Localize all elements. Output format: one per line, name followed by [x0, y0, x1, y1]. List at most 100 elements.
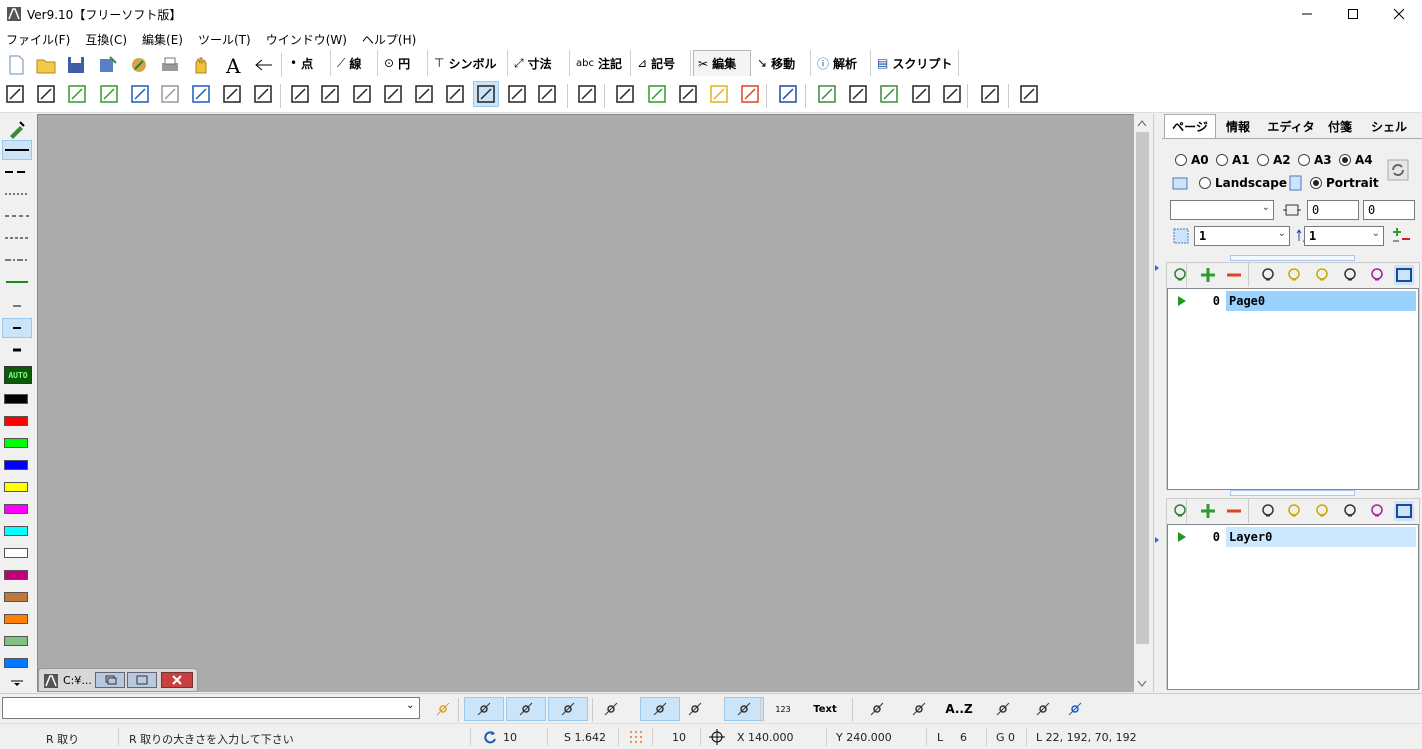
color-swatch[interactable] — [4, 548, 28, 558]
chamfer-icon[interactable] — [443, 82, 467, 106]
color-swatch[interactable] — [4, 416, 28, 426]
copy-icon[interactable] — [220, 82, 244, 106]
color-swatch[interactable] — [4, 526, 28, 536]
grid-icon[interactable] — [628, 729, 644, 745]
color-swatch[interactable] — [4, 658, 28, 668]
list-item[interactable]: 0 Page0 — [1170, 291, 1416, 311]
rotate-icon[interactable] — [482, 729, 498, 745]
zoom-fit-icon[interactable] — [34, 82, 58, 106]
layer-down-icon[interactable] — [864, 697, 890, 721]
minimize-button[interactable] — [1284, 0, 1330, 28]
zoom-out-icon[interactable] — [97, 82, 121, 106]
tab-page[interactable]: ページ — [1164, 114, 1216, 138]
snap-line-icon[interactable] — [548, 697, 588, 721]
line-type-item[interactable] — [2, 250, 32, 270]
copy-page-icon[interactable] — [1170, 265, 1190, 285]
line-type-item[interactable] — [2, 272, 32, 292]
page-name[interactable]: Page0 — [1226, 291, 1416, 311]
close-button[interactable] — [1376, 0, 1422, 28]
paste-icon[interactable] — [251, 82, 275, 106]
line-type-item[interactable] — [2, 184, 32, 204]
sort-az-icon[interactable]: A..Z — [945, 697, 972, 721]
layer-list[interactable]: 0 Layer0 — [1167, 524, 1419, 690]
palette-grid-icon[interactable] — [1367, 501, 1387, 521]
tab-mode-6[interactable]: ⊿ 記号 — [633, 50, 691, 76]
menu-compat[interactable]: 互換(C) — [85, 28, 134, 48]
auto-color-button[interactable]: AUTO — [4, 366, 32, 384]
portrait-radio[interactable]: Portrait — [1310, 176, 1379, 190]
cut-icon[interactable] — [189, 82, 213, 106]
add-icon[interactable] — [1198, 501, 1218, 521]
layer-stripes-icon[interactable] — [613, 82, 637, 106]
search-icon[interactable] — [1062, 697, 1088, 721]
paper-a4-radio[interactable]: A4 — [1339, 153, 1373, 167]
tab-mode-10[interactable]: ▤ スクリプト — [873, 50, 959, 76]
restore-button[interactable] — [95, 672, 125, 688]
printer-icon[interactable] — [1030, 697, 1056, 721]
menu-file[interactable]: ファイル(F) — [6, 28, 77, 48]
tab-mode-0[interactable]: • 点 — [286, 50, 331, 76]
trim-icon[interactable] — [288, 82, 312, 106]
menu-tools[interactable]: ツール(T) — [198, 28, 258, 48]
intersect-icon[interactable] — [350, 82, 374, 106]
command-dropdown-icon[interactable]: ⌄ — [406, 700, 414, 711]
page-panel-resize-handle[interactable] — [1230, 255, 1355, 261]
multi-trim-icon[interactable] — [318, 82, 342, 106]
tab-mode-3[interactable]: ⊤ シンボル — [430, 50, 508, 76]
line-type-item[interactable] — [2, 318, 32, 338]
bulb-group-icon[interactable] — [1312, 265, 1332, 285]
line-type-item[interactable] — [2, 140, 32, 160]
offset-y-field[interactable]: 0 — [1363, 200, 1415, 220]
rotate-shape-icon[interactable] — [505, 82, 529, 106]
color-swatch[interactable] — [4, 460, 28, 470]
redo-icon[interactable] — [158, 82, 182, 106]
paper-style-combo[interactable]: ⌄ — [1170, 200, 1274, 220]
remove-icon[interactable] — [1224, 265, 1244, 285]
scrollbar-thumb[interactable] — [1136, 132, 1149, 644]
snap-nearest-icon[interactable] — [682, 697, 708, 721]
maximize-child-button[interactable] — [127, 672, 157, 688]
tab-sticky[interactable]: 付箋 — [1320, 114, 1360, 138]
calc-icon[interactable] — [1390, 227, 1412, 245]
new-file-icon[interactable] — [4, 53, 28, 77]
offset-shape-icon[interactable] — [535, 82, 559, 106]
open-folder-icon[interactable] — [430, 697, 456, 721]
paper-a0-radio[interactable]: A0 — [1175, 153, 1209, 167]
window-icon[interactable] — [990, 697, 1016, 721]
status-rotation[interactable]: 10 — [503, 731, 517, 744]
crosshair-icon[interactable] — [708, 728, 726, 746]
layer-panel-resize-handle[interactable] — [1230, 490, 1355, 496]
palette-more-icon[interactable] — [2, 676, 32, 690]
scroll-down-icon[interactable] — [1136, 678, 1148, 692]
list-item[interactable]: 0 Layer0 — [1170, 527, 1416, 547]
palette-grid-icon[interactable] — [1367, 265, 1387, 285]
insert-image-icon[interactable] — [940, 82, 964, 106]
line-type-item[interactable] — [2, 162, 32, 182]
bulb-single-icon[interactable] — [1340, 265, 1360, 285]
color-swatch[interactable] — [4, 570, 28, 580]
bulb-group-icon[interactable] — [1312, 501, 1332, 521]
color-swatch[interactable] — [4, 636, 28, 646]
drawing-canvas[interactable] — [37, 114, 1134, 692]
marker-icon[interactable] — [738, 82, 762, 106]
color-swatch[interactable] — [4, 438, 28, 448]
frame-icon[interactable] — [1394, 501, 1414, 521]
open-folder-icon[interactable] — [34, 53, 58, 77]
color-swatch[interactable] — [4, 614, 28, 624]
snap-midpoint-icon[interactable] — [640, 697, 680, 721]
crop-image-icon[interactable] — [846, 82, 870, 106]
color-swatch[interactable] — [4, 504, 28, 514]
menu-help[interactable]: ヘルプ(H) — [362, 28, 423, 48]
tab-info[interactable]: 情報 — [1216, 114, 1260, 138]
landscape-radio[interactable]: Landscape — [1199, 176, 1287, 190]
paper-a1-radio[interactable]: A1 — [1216, 153, 1250, 167]
picture-icon[interactable] — [877, 82, 901, 106]
paint-bucket-icon[interactable] — [645, 82, 669, 106]
status-scale[interactable]: S 1.642 — [564, 731, 606, 744]
line-type-item[interactable] — [2, 296, 32, 316]
tab-mode-8[interactable]: ↘ 移動 — [753, 50, 811, 76]
layer-name[interactable]: Layer0 — [1226, 527, 1416, 547]
line-type-item[interactable] — [2, 206, 32, 226]
snap-endpoint-icon[interactable] — [464, 697, 504, 721]
close-child-button[interactable] — [161, 672, 193, 688]
